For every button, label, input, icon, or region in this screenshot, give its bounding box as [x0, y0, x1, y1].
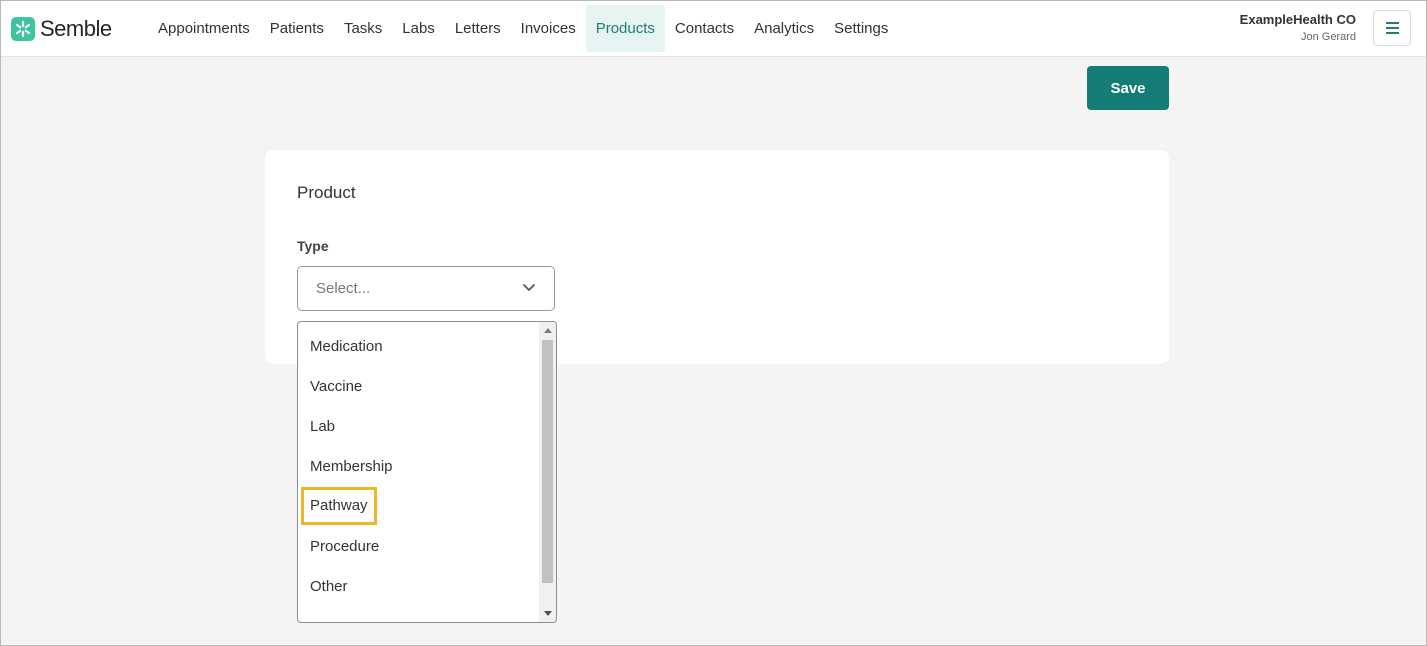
- nav-contacts[interactable]: Contacts: [665, 5, 744, 52]
- option-other[interactable]: Other: [310, 576, 348, 598]
- type-select-placeholder: Select...: [316, 280, 371, 297]
- scroll-up-icon[interactable]: [544, 328, 552, 333]
- type-select[interactable]: Select...: [297, 266, 555, 311]
- hamburger-icon: [1386, 27, 1399, 29]
- option-medication[interactable]: Medication: [310, 336, 383, 358]
- semble-logo[interactable]: Semble: [11, 16, 112, 42]
- option-vaccine[interactable]: Vaccine: [310, 376, 362, 398]
- save-button[interactable]: Save: [1087, 66, 1169, 110]
- option-lab[interactable]: Lab: [310, 416, 335, 438]
- account-info[interactable]: ExampleHealth CO Jon Gerard: [1240, 12, 1356, 43]
- nav-invoices[interactable]: Invoices: [511, 5, 586, 52]
- hamburger-icon: [1386, 32, 1399, 34]
- nav-patients[interactable]: Patients: [260, 5, 334, 52]
- card-title: Product: [297, 183, 356, 202]
- hamburger-icon: [1386, 22, 1399, 24]
- main-nav: Appointments Patients Tasks Labs Letters…: [148, 5, 898, 52]
- option-pathway[interactable]: Pathway: [301, 487, 377, 525]
- nav-letters[interactable]: Letters: [445, 5, 511, 52]
- user-name: Jon Gerard: [1300, 31, 1356, 43]
- scroll-down-icon[interactable]: [544, 611, 552, 616]
- top-navigation-bar: Semble Appointments Patients Tasks Labs …: [1, 1, 1426, 57]
- nav-appointments[interactable]: Appointments: [148, 5, 260, 52]
- nav-tasks[interactable]: Tasks: [334, 5, 392, 52]
- nav-analytics[interactable]: Analytics: [744, 5, 824, 52]
- option-procedure[interactable]: Procedure: [310, 536, 379, 558]
- chevron-down-icon: [523, 284, 535, 291]
- brand-name: Semble: [40, 16, 112, 41]
- dropdown-scrollbar[interactable]: [539, 322, 556, 622]
- nav-settings[interactable]: Settings: [824, 5, 898, 52]
- scrollbar-thumb[interactable]: [542, 340, 553, 583]
- type-label: Type: [297, 238, 329, 254]
- semble-logo-icon: [11, 17, 35, 41]
- type-options-list[interactable]: Medication Vaccine Lab Membership Pathwa…: [297, 321, 557, 623]
- nav-labs[interactable]: Labs: [392, 5, 445, 52]
- app-window: Semble Appointments Patients Tasks Labs …: [0, 0, 1427, 646]
- menu-button[interactable]: [1373, 10, 1411, 46]
- org-name: ExampleHealth CO: [1239, 12, 1356, 27]
- option-membership[interactable]: Membership: [310, 456, 393, 478]
- nav-products[interactable]: Products: [585, 5, 665, 52]
